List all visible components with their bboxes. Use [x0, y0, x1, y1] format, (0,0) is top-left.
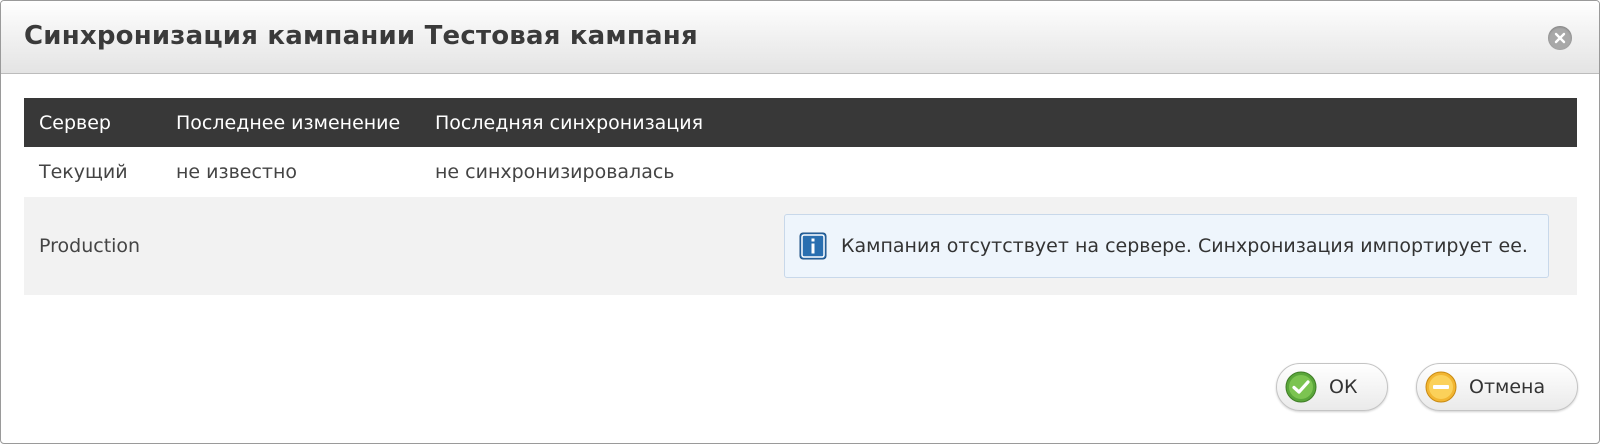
dialog-titlebar: Синхронизация кампании Тестовая кампаня — [1, 1, 1599, 74]
sync-dialog: Синхронизация кампании Тестовая кампаня … — [0, 0, 1600, 444]
table-header-row: Сервер Последнее изменение Последняя син… — [24, 98, 1577, 147]
table-row[interactable]: Production Кампания отсутствует на серве… — [24, 197, 1577, 295]
cell-notice — [735, 147, 1577, 197]
notice-box: Кампания отсутствует на сервере. Синхрон… — [784, 214, 1549, 278]
cell-server: Текущий — [24, 147, 161, 197]
column-header-last-sync: Последняя синхронизация — [420, 98, 735, 147]
cell-server: Production — [24, 197, 161, 295]
column-header-server: Сервер — [24, 98, 161, 147]
notice-text: Кампания отсутствует на сервере. Синхрон… — [841, 235, 1528, 257]
close-icon[interactable] — [1548, 26, 1572, 50]
ok-label: ОК — [1329, 376, 1358, 398]
cell-notice: Кампания отсутствует на сервере. Синхрон… — [735, 197, 1577, 295]
cell-last-sync: не синхронизировалась — [420, 147, 735, 197]
cell-last-sync — [420, 197, 735, 295]
servers-table: Сервер Последнее изменение Последняя син… — [24, 98, 1577, 295]
cell-last-change: не известно — [161, 147, 420, 197]
ok-button[interactable]: ОК — [1276, 363, 1388, 411]
cell-last-change — [161, 197, 420, 295]
cancel-button[interactable]: Отмена — [1416, 363, 1578, 411]
column-header-notice — [735, 98, 1577, 147]
cancel-label: Отмена — [1469, 376, 1546, 398]
table-row[interactable]: Текущий не известно не синхронизировалас… — [24, 147, 1577, 197]
dialog-title: Синхронизация кампании Тестовая кампаня — [24, 21, 698, 51]
minus-circle-icon — [1425, 371, 1457, 403]
info-icon — [799, 232, 827, 260]
column-header-last-change: Последнее изменение — [161, 98, 420, 147]
check-circle-icon — [1285, 371, 1317, 403]
